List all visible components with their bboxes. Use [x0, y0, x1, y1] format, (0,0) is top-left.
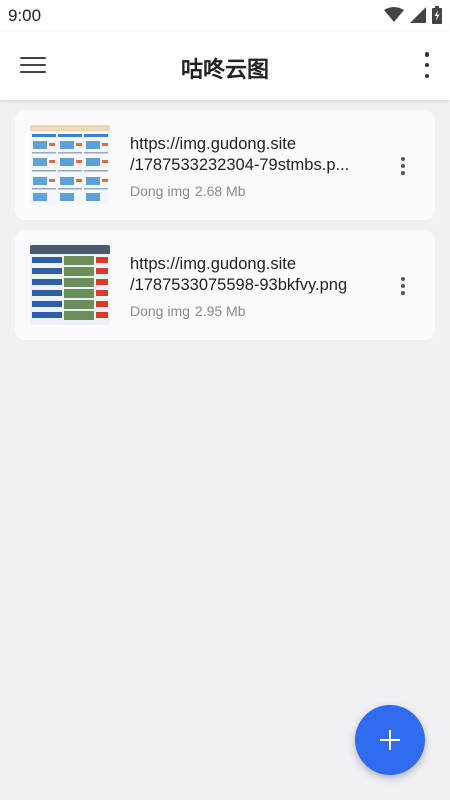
item-text: https://img.gudong.site /1787533075598-9…: [130, 254, 380, 319]
image-source: Dong img: [130, 303, 190, 319]
image-size: 2.68 Mb: [194, 183, 246, 199]
item-more-button[interactable]: [399, 157, 407, 175]
add-image-button[interactable]: [355, 705, 425, 775]
image-url-line1: https://img.gudong.site: [130, 255, 297, 273]
item-more-button[interactable]: [399, 277, 407, 295]
status-bar: 9:00: [0, 0, 450, 32]
image-meta: Dong img 2.95 Mb: [130, 303, 380, 319]
thumbnail-image: [30, 245, 110, 325]
status-icons: [384, 6, 442, 24]
status-time: 9:00: [8, 6, 42, 25]
image-meta: Dong img 2.68 Mb: [130, 183, 380, 199]
image-size: 2.95 Mb: [194, 303, 246, 319]
app-title: 咕咚云图: [180, 58, 269, 83]
image-url-line2: /1787533075598-93bkfvy.png: [130, 276, 348, 294]
wifi-icon: [384, 7, 404, 22]
more-options-button[interactable]: [422, 52, 432, 78]
image-list: https://img.gudong.site /1787533232304-7…: [15, 110, 435, 350]
battery-icon: [432, 6, 442, 24]
signal-icon: [410, 7, 426, 23]
image-thumbnail: [30, 125, 110, 205]
image-url-line1: https://img.gudong.site: [130, 135, 297, 153]
image-source: Dong img: [130, 183, 190, 199]
item-text: https://img.gudong.site /1787533232304-7…: [130, 134, 380, 199]
list-item[interactable]: https://img.gudong.site /1787533075598-9…: [15, 230, 435, 340]
more-vert-icon: [424, 52, 430, 57]
image-thumbnail: [30, 245, 110, 325]
more-vert-icon: [401, 157, 405, 161]
list-item[interactable]: https://img.gudong.site /1787533232304-7…: [15, 110, 435, 220]
app-bar: 咕咚云图: [0, 32, 450, 100]
more-vert-icon: [401, 277, 405, 281]
thumbnail-image: [30, 125, 110, 205]
image-url-line2: /1787533232304-79stmbs.p...: [130, 156, 350, 174]
